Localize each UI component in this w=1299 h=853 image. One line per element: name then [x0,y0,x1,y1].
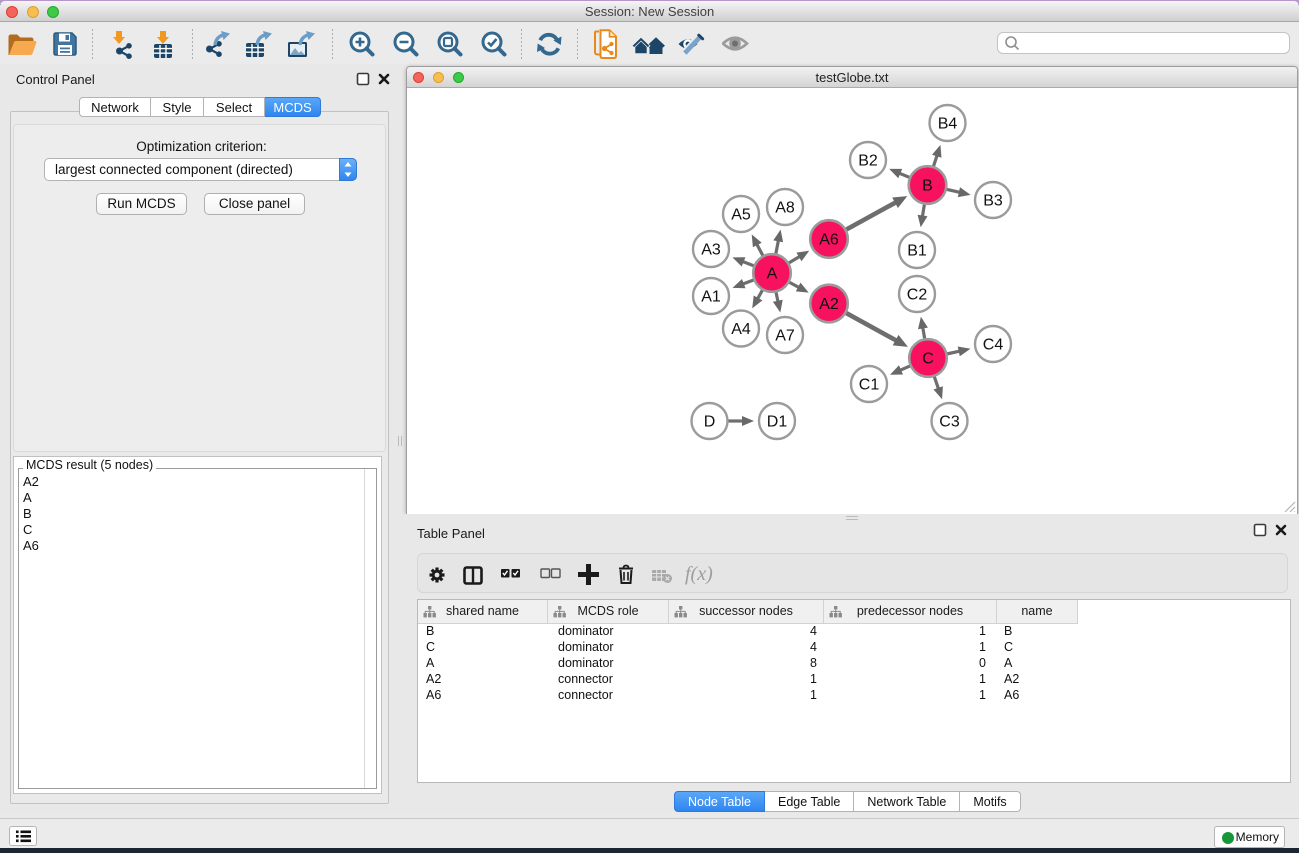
svg-text:C2: C2 [907,287,928,304]
svg-text:B: B [922,178,933,195]
svg-text:A8: A8 [775,200,795,217]
svg-text:A4: A4 [731,321,751,338]
svg-text:B4: B4 [938,116,958,133]
svg-text:A1: A1 [701,289,721,306]
svg-text:D: D [704,414,716,431]
svg-text:A2: A2 [819,296,839,313]
svg-text:A7: A7 [775,328,795,345]
svg-text:A3: A3 [701,242,721,259]
svg-text:f(x): f(x) [685,564,713,585]
svg-text:C4: C4 [983,337,1004,354]
svg-text:A: A [767,266,778,283]
svg-text:C1: C1 [859,377,880,394]
svg-text:B3: B3 [983,193,1003,210]
svg-text:B2: B2 [858,153,878,170]
svg-text:B1: B1 [907,243,927,260]
svg-text:A5: A5 [731,207,751,224]
svg-text:C3: C3 [939,414,960,431]
svg-text:A6: A6 [819,232,839,249]
svg-text:C: C [922,351,934,368]
svg-text:D1: D1 [767,414,788,431]
